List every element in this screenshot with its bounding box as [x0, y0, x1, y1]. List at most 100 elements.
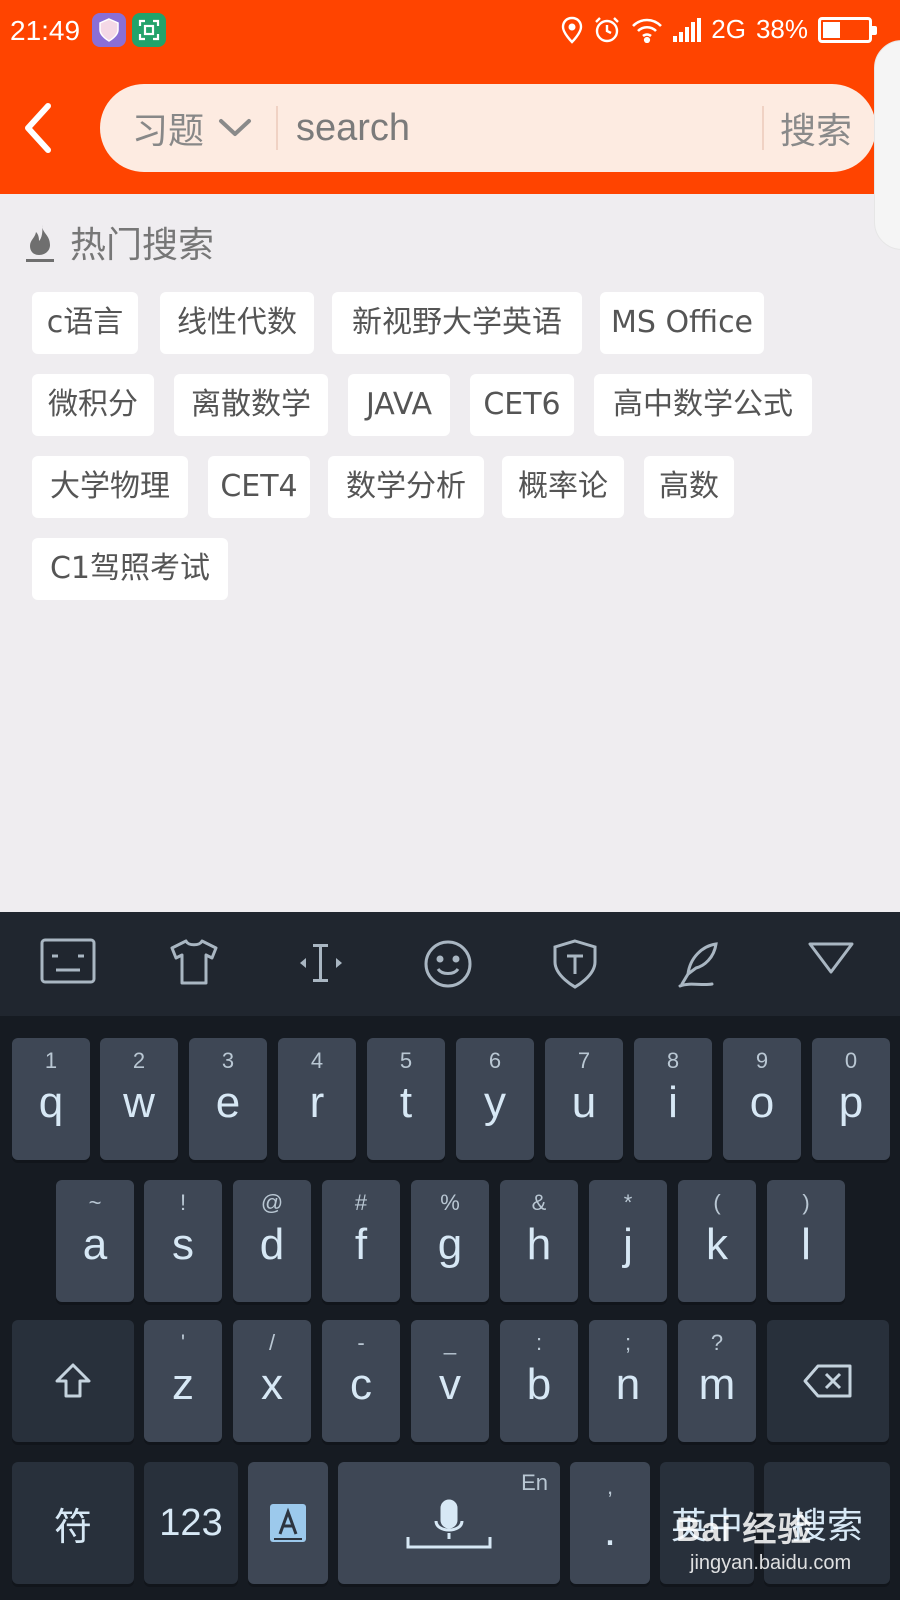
backspace-key[interactable]	[767, 1320, 889, 1442]
hide-keyboard-button[interactable]	[806, 938, 862, 992]
key-k[interactable]: (k	[678, 1180, 756, 1302]
key-label: s	[172, 1220, 194, 1269]
hot-tag[interactable]: C1驾照考试	[32, 538, 228, 600]
key-sub-label: 1	[44, 1048, 58, 1073]
shift-key[interactable]	[12, 1320, 134, 1442]
key-sub-label: )	[802, 1190, 810, 1215]
battery-icon	[818, 16, 877, 43]
key-a[interactable]: ~ a	[56, 1180, 134, 1302]
hot-search-title: 热门搜索	[70, 225, 215, 266]
key-sub-label: ~	[88, 1190, 102, 1215]
key-sub-label: #	[354, 1190, 368, 1215]
key-label: r	[309, 1078, 325, 1127]
feather-pen-icon	[678, 942, 718, 988]
key-label: o	[749, 1078, 775, 1127]
key-z[interactable]: ' z	[144, 1320, 222, 1442]
key-q[interactable]: 1q	[12, 1038, 90, 1160]
symbols-key-label: 符	[53, 1504, 92, 1549]
punctuation-key[interactable]: , .	[570, 1462, 650, 1584]
hot-tag[interactable]: 高数	[644, 456, 734, 518]
signal-icon	[673, 17, 702, 42]
shift-arrow-icon	[55, 1363, 91, 1398]
key-r[interactable]: 4r	[278, 1038, 356, 1160]
hot-tag[interactable]: 微积分	[32, 374, 154, 436]
search-input[interactable]	[296, 98, 736, 158]
hot-tag[interactable]: JAVA	[348, 374, 450, 436]
key-b[interactable]: :b	[500, 1320, 578, 1442]
key-label: l	[801, 1220, 811, 1269]
key-h[interactable]: & h	[500, 1180, 578, 1302]
backspace-key-face	[767, 1320, 889, 1442]
input-mode-key-face	[248, 1462, 328, 1584]
hot-tag[interactable]: c语言	[32, 292, 138, 354]
status-indicators: 2G 38%	[561, 14, 877, 45]
location-icon	[562, 16, 583, 44]
input-mode-key[interactable]	[248, 1462, 328, 1584]
key-i[interactable]: 8i	[634, 1038, 712, 1160]
key-y[interactable]: 6y	[456, 1038, 534, 1160]
text-guard-button[interactable]	[550, 938, 606, 992]
cursor-move-button[interactable]	[296, 938, 352, 992]
emoji-button[interactable]	[422, 938, 478, 992]
key-j[interactable]: * j	[589, 1180, 667, 1302]
key-label: z	[172, 1360, 194, 1409]
key-sub-label: 5	[399, 1048, 413, 1073]
hot-tag[interactable]: 概率论	[502, 456, 624, 518]
hot-tag[interactable]: 高中数学公式	[594, 374, 812, 436]
hot-tag[interactable]: CET4	[208, 456, 310, 518]
key-sub-label: ;	[624, 1330, 632, 1355]
keyboard-layout-button[interactable]	[40, 938, 96, 992]
key-w[interactable]: 2w	[100, 1038, 178, 1160]
hot-tag[interactable]: 数学分析	[328, 456, 484, 518]
divider	[762, 106, 764, 150]
wifi-icon	[632, 18, 663, 43]
key-c[interactable]: -c	[322, 1320, 400, 1442]
key-sub-label: :	[535, 1330, 543, 1355]
theme-skin-button[interactable]	[168, 938, 224, 992]
key-label: g	[437, 1220, 463, 1269]
hot-tag[interactable]: 线性代数	[160, 292, 314, 354]
key-sub-label: %	[440, 1190, 460, 1215]
key-m[interactable]: ? m	[678, 1320, 756, 1442]
status-time: 21:49	[10, 15, 81, 46]
hot-tag[interactable]: MS Office	[600, 292, 764, 354]
key-sub-label: 0	[844, 1048, 858, 1073]
key-s[interactable]: ! s	[144, 1180, 222, 1302]
key-f[interactable]: # f	[322, 1180, 400, 1302]
numbers-key[interactable]: 123	[144, 1462, 238, 1584]
key-sub-label: 4	[310, 1048, 324, 1073]
key-u[interactable]: 7u	[545, 1038, 623, 1160]
key-e[interactable]: 3e	[189, 1038, 267, 1160]
space-voice-key[interactable]: En	[338, 1462, 560, 1584]
key-sub-label: ?	[710, 1330, 724, 1355]
key-p[interactable]: 0p	[812, 1038, 890, 1160]
hot-tag[interactable]: CET6	[470, 374, 574, 436]
key-o[interactable]: 9o	[723, 1038, 801, 1160]
search-button[interactable]: 搜索	[780, 102, 852, 154]
back-button[interactable]	[18, 100, 68, 156]
hot-tag[interactable]: 离散数学	[174, 374, 328, 436]
key-l[interactable]: ) l	[767, 1180, 845, 1302]
key-n[interactable]: ; n	[589, 1320, 667, 1442]
key-label: x	[261, 1360, 283, 1409]
keyboard-toolbar	[0, 912, 900, 1016]
key-sub-label: !	[179, 1190, 187, 1215]
handwriting-button[interactable]	[676, 938, 732, 992]
key-g[interactable]: % g	[411, 1180, 489, 1302]
symbols-key[interactable]: 符	[12, 1462, 134, 1584]
side-drawer-handle[interactable]	[874, 40, 900, 250]
scope-dropdown[interactable]: 习题	[132, 102, 252, 154]
triangle-down-icon	[808, 942, 854, 974]
hot-tag[interactable]: 新视野大学英语	[332, 292, 582, 354]
key-x[interactable]: / x	[233, 1320, 311, 1442]
key-sub-label: -	[357, 1330, 365, 1355]
alarm-icon	[595, 16, 620, 42]
key-t[interactable]: 5t	[367, 1038, 445, 1160]
key-v[interactable]: _ v	[411, 1320, 489, 1442]
battery-percent: 38%	[755, 14, 808, 44]
key-d[interactable]: @ d	[233, 1180, 311, 1302]
key-label: a	[82, 1220, 108, 1269]
key-sub-label: @	[260, 1190, 284, 1215]
key-sub-label: /	[268, 1330, 276, 1355]
hot-tag[interactable]: 大学物理	[32, 456, 188, 518]
